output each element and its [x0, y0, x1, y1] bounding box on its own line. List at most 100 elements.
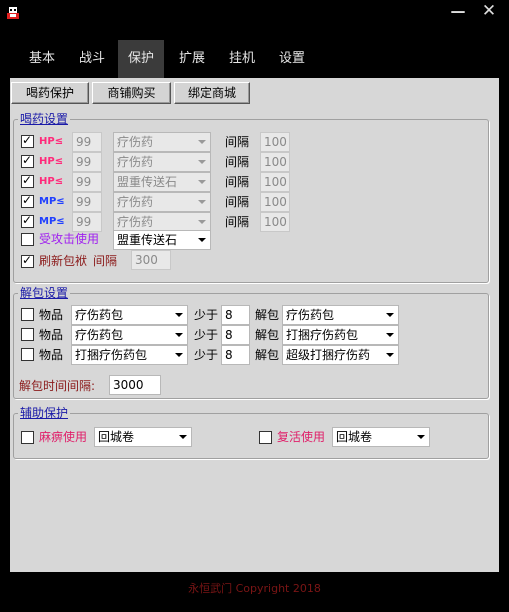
chevron-down-icon — [386, 333, 394, 337]
potion-item-value: 疗伤药 — [117, 155, 154, 169]
unpack-source-value: 打捆疗伤药包 — [75, 348, 148, 362]
potion-row-checkbox[interactable] — [21, 153, 34, 168]
revive-item-value: 回城卷 — [336, 430, 373, 444]
unpack-action-label: 解包 — [255, 308, 280, 322]
refresh-interval-label: 间隔 — [93, 254, 118, 268]
chevron-down-icon — [198, 200, 206, 204]
close-button[interactable]: ✕ — [478, 1, 500, 21]
potion-interval-input[interactable]: 100 — [260, 192, 290, 212]
paralyze-checkbox[interactable] — [21, 431, 34, 444]
potion-interval-input[interactable]: 100 — [260, 212, 290, 232]
potion-row-label: HP≤ — [39, 176, 64, 187]
potion-row-label: HP≤ — [39, 136, 64, 147]
potion-interval-label: 间隔 — [225, 175, 250, 189]
unpack-row-checkbox[interactable] — [21, 328, 34, 341]
refresh-bag-checkbox[interactable] — [21, 253, 34, 268]
assist-protect-group: 辅助保护 麻痹使用 回城卷 复活使用 回城卷 — [13, 406, 489, 459]
potion-interval-label: 间隔 — [225, 155, 250, 169]
potion-item-select[interactable]: 疗伤药 — [113, 132, 211, 152]
tab-hangup[interactable]: 挂机 — [220, 40, 264, 78]
content-panel: 喝药保护 商铺购买 绑定商城 喝药设置 HP≤99疗伤药间隔100HP≤99疗伤… — [10, 78, 499, 572]
potion-interval-label: 间隔 — [225, 135, 250, 149]
potion-item-select[interactable]: 疗伤药 — [113, 212, 211, 232]
potion-interval-input[interactable]: 100 — [260, 172, 290, 192]
chevron-down-icon — [417, 435, 425, 439]
potion-item-select[interactable]: 疗伤药 — [113, 192, 211, 212]
unpack-item-label: 物品 — [39, 348, 64, 362]
potion-row-checkbox[interactable] — [21, 213, 34, 228]
tab-extend[interactable]: 扩展 — [170, 40, 214, 78]
unpack-target-select[interactable]: 打捆疗伤药包 — [282, 325, 399, 345]
tab-combat[interactable]: 战斗 — [70, 40, 114, 78]
tab-settings[interactable]: 设置 — [270, 40, 314, 78]
subtab-potion[interactable]: 喝药保护 — [11, 82, 89, 104]
unpack-count-input[interactable]: 8 — [221, 345, 250, 365]
potion-threshold-input[interactable]: 99 — [72, 152, 102, 172]
tab-basic[interactable]: 基本 — [22, 40, 62, 78]
chevron-down-icon — [386, 353, 394, 357]
unpack-target-select[interactable]: 超级打捆疗伤药 — [282, 345, 399, 365]
minimize-button[interactable]: — — [447, 1, 469, 21]
chevron-down-icon — [179, 435, 187, 439]
potion-row-checkbox[interactable] — [21, 133, 34, 148]
potion-item-value: 疗伤药 — [117, 195, 154, 209]
unpack-row-checkbox[interactable] — [21, 308, 34, 321]
footer-copyright: 永恒武门 Copyright 2018 — [188, 582, 321, 595]
unpack-interval-input[interactable]: 3000 — [109, 375, 161, 395]
paralyze-item-value: 回城卷 — [98, 430, 135, 444]
revive-item-select[interactable]: 回城卷 — [332, 427, 430, 447]
potion-row-label: HP≤ — [39, 156, 64, 167]
revive-checkbox[interactable] — [259, 431, 272, 444]
potion-row-checkbox[interactable] — [21, 193, 34, 208]
less-than-label: 少于 — [194, 308, 219, 322]
potion-interval-input[interactable]: 100 — [260, 132, 290, 152]
potion-item-value: 疗伤药 — [117, 215, 154, 229]
potion-threshold-input[interactable]: 99 — [72, 172, 102, 192]
unpack-source-select[interactable]: 疗伤药包 — [71, 325, 188, 345]
unpack-settings-group: 解包设置 物品 疗伤药包 少于 8 解包 疗伤药包 物品 疗伤药包 少于 8 解包 打捆疗伤药包 物品打… — [13, 286, 489, 399]
unpack-action-label: 解包 — [255, 328, 280, 342]
potion-threshold-input[interactable]: 99 — [72, 192, 102, 212]
unpack-source-value: 疗伤药包 — [75, 308, 124, 322]
revive-label: 复活使用 — [277, 430, 326, 444]
chevron-down-icon — [198, 238, 206, 242]
unpack-action-label: 解包 — [255, 348, 280, 362]
main-tabs: 基本 战斗 保护 扩展 挂机 设置 — [0, 40, 509, 78]
potion-item-select[interactable]: 盟重传送石 — [113, 172, 211, 192]
app-icon — [7, 7, 19, 19]
subtab-shop[interactable]: 商铺购买 — [92, 82, 171, 104]
unpack-source-select[interactable]: 疗伤药包 — [71, 305, 188, 325]
potion-settings-title: 喝药设置 — [18, 112, 71, 126]
potion-interval-input[interactable]: 100 — [260, 152, 290, 172]
paralyze-item-select[interactable]: 回城卷 — [94, 427, 192, 447]
chevron-down-icon — [198, 160, 206, 164]
potion-item-value: 盟重传送石 — [117, 175, 178, 189]
potion-item-value: 疗伤药 — [117, 135, 154, 149]
potion-interval-label: 间隔 — [225, 215, 250, 229]
unpack-source-select[interactable]: 打捆疗伤药包 — [71, 345, 188, 365]
chevron-down-icon — [175, 313, 183, 317]
potion-threshold-input[interactable]: 99 — [72, 132, 102, 152]
potion-row-checkbox[interactable] — [21, 173, 34, 188]
potion-row-label: MP≤ — [39, 216, 65, 227]
attacked-item-select[interactable]: 盟重传送石 — [113, 230, 211, 250]
chevron-down-icon — [175, 333, 183, 337]
less-than-label: 少于 — [194, 328, 219, 342]
minimize-icon: — — [450, 2, 466, 20]
chevron-down-icon — [198, 180, 206, 184]
potion-item-select[interactable]: 疗伤药 — [113, 152, 211, 172]
unpack-row-checkbox[interactable] — [21, 348, 34, 361]
potion-threshold-input[interactable]: 99 — [72, 212, 102, 232]
unpack-source-value: 疗伤药包 — [75, 328, 124, 342]
assist-protect-title: 辅助保护 — [18, 406, 71, 420]
potion-settings-group: 喝药设置 HP≤99疗伤药间隔100HP≤99疗伤药间隔100HP≤99盟重传送… — [13, 112, 489, 283]
unpack-target-select[interactable]: 疗伤药包 — [282, 305, 399, 325]
unpack-count-input[interactable]: 8 — [221, 325, 250, 345]
unpack-interval-label: 解包时间间隔: — [19, 379, 96, 393]
subtab-bound-mall[interactable]: 绑定商城 — [174, 82, 250, 104]
potion-row-label: MP≤ — [39, 196, 65, 207]
refresh-interval-input[interactable]: 300 — [131, 250, 171, 270]
attacked-checkbox[interactable] — [21, 233, 34, 246]
unpack-count-input[interactable]: 8 — [221, 305, 250, 325]
tab-protect[interactable]: 保护 — [118, 40, 164, 78]
